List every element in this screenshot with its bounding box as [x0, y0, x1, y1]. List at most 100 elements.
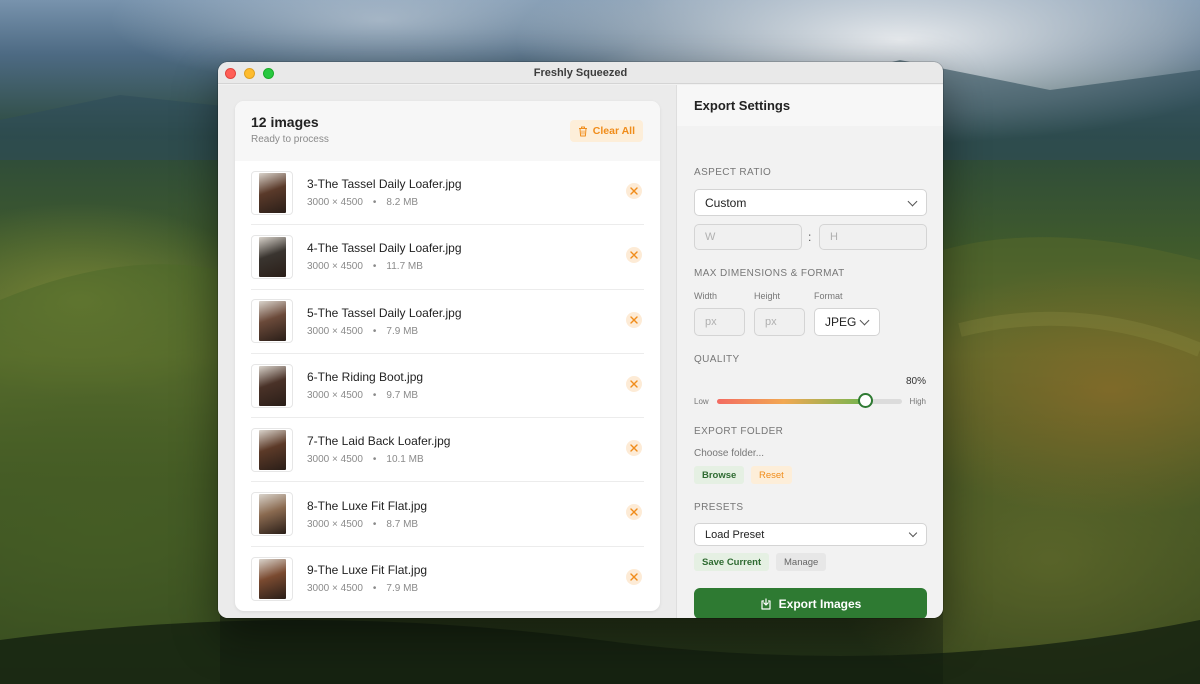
remove-image-button[interactable] — [626, 183, 642, 199]
image-thumbnail — [251, 234, 293, 279]
aspect-width-input[interactable]: W — [694, 224, 802, 250]
height-label: Height — [754, 291, 781, 301]
image-thumbnail — [251, 363, 293, 408]
chevron-down-icon — [908, 528, 918, 537]
image-thumbnail-preview — [258, 301, 286, 342]
remove-image-button[interactable] — [626, 247, 642, 264]
remove-image-button[interactable] — [626, 311, 642, 328]
image-row[interactable]: 5-The Tassel Daily Loafer.jpg 3000 × 450… — [251, 290, 644, 354]
image-info: 7-The Laid Back Loafer.jpg 3000 × 4500 •… — [307, 434, 450, 465]
image-row[interactable]: 6-The Riding Boot.jpg 3000 × 4500 • 9.7 … — [251, 354, 644, 419]
quality-label: QUALITY — [694, 354, 740, 365]
image-row[interactable]: 7-The Laid Back Loafer.jpg 3000 × 4500 •… — [251, 418, 644, 483]
export-images-button[interactable]: Export Images — [694, 588, 927, 618]
image-info: 3-The Tassel Daily Loafer.jpg 3000 × 450… — [307, 177, 462, 208]
minimize-window-button[interactable] — [244, 68, 255, 79]
export-settings-pane: Export Settings ASPECT RATIO Custom W : … — [676, 85, 943, 618]
close-window-button[interactable] — [225, 68, 236, 79]
image-row[interactable]: 4-The Tassel Daily Loafer.jpg 3000 × 450… — [251, 225, 644, 290]
format-select[interactable]: JPEG — [814, 308, 880, 336]
chevron-down-icon — [859, 315, 870, 326]
meta-separator: • — [372, 454, 377, 466]
meta-separator: • — [372, 197, 377, 209]
window-controls — [225, 68, 274, 79]
export-settings-title: Export Settings — [694, 98, 791, 113]
image-filename: 7-The Laid Back Loafer.jpg — [307, 434, 451, 449]
aspect-height-input[interactable]: H — [819, 224, 927, 250]
image-filename: 9-The Luxe Fit Flat.jpg — [307, 563, 428, 578]
export-folder-label: EXPORT FOLDER — [694, 426, 784, 437]
image-dimensions: 3000 × 4500 — [307, 197, 363, 209]
aspect-width-placeholder: W — [705, 231, 716, 243]
max-height-placeholder: px — [765, 316, 777, 328]
quality-slider-track[interactable] — [717, 399, 902, 404]
image-info: 4-The Tassel Daily Loafer.jpg 3000 × 450… — [307, 241, 462, 272]
image-dimensions: 3000 × 4500 — [307, 390, 363, 402]
quality-slider-knob[interactable] — [858, 393, 873, 408]
remove-image-button[interactable] — [626, 568, 642, 585]
save-preset-button[interactable]: Save Current — [694, 553, 770, 571]
max-dimensions-label: MAX DIMENSIONS & FORMAT — [694, 268, 845, 279]
quality-slider-fill — [717, 399, 865, 404]
close-icon — [630, 508, 638, 517]
format-label: Format — [814, 291, 843, 301]
manage-presets-button[interactable]: Manage — [776, 553, 827, 571]
image-file-size: 10.1 MB — [386, 454, 424, 466]
image-thumbnail-preview — [258, 236, 286, 277]
app-window: Freshly Squeezed 12 images Ready to proc… — [218, 62, 943, 618]
image-filename: 8-The Luxe Fit Flat.jpg — [307, 498, 428, 513]
browse-button[interactable]: Browse — [694, 466, 745, 484]
image-thumbnail-preview — [258, 429, 286, 470]
image-file-size: 11.7 MB — [386, 261, 423, 273]
remove-image-button[interactable] — [626, 375, 642, 392]
image-list-header: 12 images Ready to process Clear All — [235, 101, 660, 161]
image-meta: 3000 × 4500 • 8.2 MB — [307, 197, 462, 208]
image-thumbnail — [251, 556, 293, 601]
image-thumbnail — [251, 299, 293, 344]
image-dimensions: 3000 × 4500 — [307, 518, 363, 530]
aspect-ratio-select[interactable]: Custom — [694, 189, 927, 216]
reset-button[interactable]: Reset — [751, 466, 792, 484]
clear-all-button[interactable]: Clear All — [569, 120, 643, 142]
image-thumbnail — [251, 427, 293, 472]
image-thumbnail-preview — [258, 558, 286, 599]
image-info: 8-The Luxe Fit Flat.jpg 3000 × 4500 • 8.… — [307, 499, 427, 530]
image-row[interactable]: 9-The Luxe Fit Flat.jpg 3000 × 4500 • 7.… — [251, 547, 644, 611]
preset-select[interactable]: Load Preset — [694, 523, 927, 546]
clear-all-label: Clear All — [592, 125, 635, 137]
image-thumbnail-preview — [258, 365, 286, 406]
image-filename: 4-The Tassel Daily Loafer.jpg — [307, 241, 462, 256]
image-list-pane: 12 images Ready to process Clear All 3-T… — [218, 85, 676, 618]
image-thumbnail — [251, 492, 293, 537]
remove-image-button[interactable] — [626, 440, 642, 457]
max-width-input[interactable]: px — [694, 308, 745, 336]
max-width-placeholder: px — [705, 316, 717, 328]
quality-low-label: Low — [694, 397, 709, 406]
image-list: 3-The Tassel Daily Loafer.jpg 3000 × 450… — [235, 161, 660, 611]
format-value: JPEG — [825, 315, 857, 329]
image-thumbnail-preview — [258, 494, 286, 535]
image-info: 6-The Riding Boot.jpg 3000 × 4500 • 9.7 … — [307, 370, 423, 401]
meta-separator: • — [372, 583, 377, 595]
zoom-window-button[interactable] — [263, 68, 274, 79]
meta-separator: • — [372, 325, 377, 337]
image-row[interactable]: 8-The Luxe Fit Flat.jpg 3000 × 4500 • 8.… — [251, 482, 644, 547]
window-title: Freshly Squeezed — [533, 66, 628, 79]
close-icon — [630, 573, 638, 581]
export-images-label: Export Images — [778, 596, 862, 611]
image-file-size: 8.7 MB — [386, 518, 419, 530]
image-meta: 3000 × 4500 • 10.1 MB — [307, 454, 450, 465]
export-folder-path: Choose folder... — [694, 448, 765, 459]
image-thumbnail — [251, 170, 293, 215]
remove-image-button[interactable] — [626, 504, 642, 521]
presets-label: PRESETS — [694, 502, 744, 513]
close-icon — [630, 315, 638, 324]
image-row[interactable]: 3-The Tassel Daily Loafer.jpg 3000 × 450… — [251, 161, 644, 226]
max-height-input[interactable]: px — [754, 308, 805, 336]
image-meta: 3000 × 4500 • 11.7 MB — [307, 261, 462, 272]
meta-separator: • — [372, 261, 377, 273]
image-meta: 3000 × 4500 • 8.7 MB — [307, 519, 427, 530]
meta-separator: • — [372, 518, 377, 530]
export-settings-header: Export Settings — [677, 85, 943, 126]
image-file-size: 8.2 MB — [386, 197, 419, 209]
